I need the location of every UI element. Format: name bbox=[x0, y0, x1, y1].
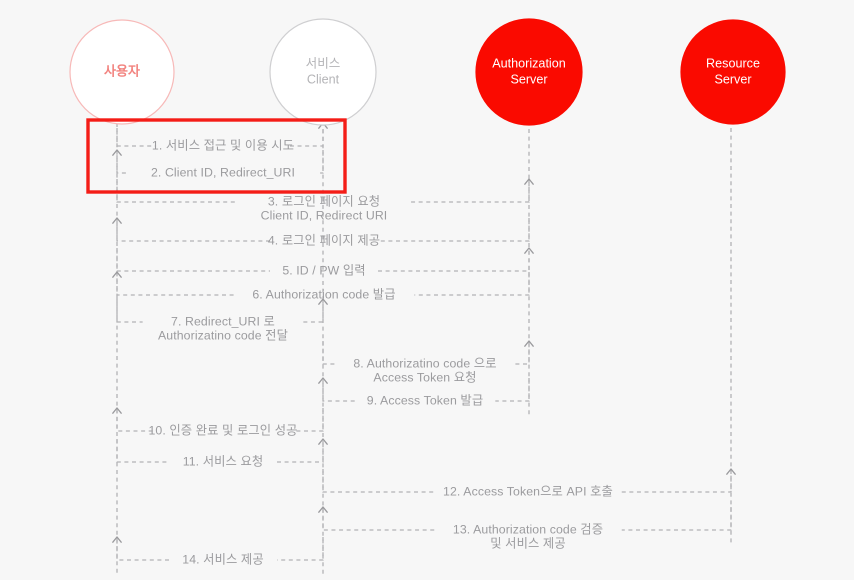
message-text-2-line1: 2. Client ID, Redirect_URI bbox=[151, 165, 295, 179]
message-text-6-line1: 6. Authorization code 발급 bbox=[252, 287, 395, 301]
actor-label-user: 사용자 bbox=[104, 63, 140, 78]
message-label-13: 13. Authorization code 검증및 서비스 제공 bbox=[453, 522, 603, 550]
message-text-13-line2: 및 서비스 제공 bbox=[490, 536, 566, 550]
message-label-12: 12. Access Token으로 API 호출 bbox=[443, 484, 613, 498]
message-label-5: 5. ID / PW 입력 bbox=[282, 263, 365, 277]
actor-label-authorization-server: Authorization bbox=[492, 56, 566, 70]
actor-client[interactable]: 서비스 Client bbox=[269, 18, 377, 126]
actor-resource-server[interactable]: Resource Server bbox=[680, 19, 786, 125]
message-text-13-line1: 13. Authorization code 검증 bbox=[453, 522, 603, 536]
lifelines-layer bbox=[116, 128, 732, 575]
message-label-1: 1. 서비스 접근 및 이용 시도 bbox=[152, 138, 294, 152]
message-text-4-line1: 4. 로그인 페이지 제공 bbox=[268, 233, 380, 247]
highlight-box-steps-1-2 bbox=[86, 118, 347, 194]
diagram-canvas: 사용자 서비스 Client Authorization Server Resource S… bbox=[0, 0, 854, 580]
message-label-11: 11. 서비스 요청 bbox=[183, 454, 264, 468]
message-text-8-line1: 8. Authorizatino code 으로 bbox=[353, 356, 496, 370]
message-text-5-line1: 5. ID / PW 입력 bbox=[282, 263, 365, 277]
message-text-10-line1: 10. 인증 완료 및 로그인 성공 bbox=[148, 423, 297, 437]
message-label-2: 2. Client ID, Redirect_URI bbox=[151, 165, 295, 179]
actor-user[interactable]: 사용자 bbox=[69, 19, 175, 125]
actors-layer: 사용자 서비스 Client Authorization Server Resource S… bbox=[69, 18, 786, 126]
message-text-1-line1: 1. 서비스 접근 및 이용 시도 bbox=[152, 138, 294, 152]
message-label-6: 6. Authorization code 발급 bbox=[252, 287, 395, 301]
message-label-3: 3. 로그인 페이지 요청Client ID, Redirect URI bbox=[261, 194, 388, 222]
highlight-layer bbox=[86, 118, 347, 194]
message-text-3-line1: 3. 로그인 페이지 요청 bbox=[268, 194, 380, 208]
message-label-9: 9. Access Token 발급 bbox=[367, 393, 483, 407]
message-label-4: 4. 로그인 페이지 제공 bbox=[268, 233, 380, 247]
message-text-9-line1: 9. Access Token 발급 bbox=[367, 393, 483, 407]
message-label-10: 10. 인증 완료 및 로그인 성공 bbox=[148, 423, 297, 437]
message-text-8-line2: Access Token 요청 bbox=[373, 370, 476, 384]
actor-label-resource-server: Server bbox=[714, 72, 751, 86]
oauth-sequence-diagram: 사용자 서비스 Client Authorization Server Resource S… bbox=[69, 18, 786, 575]
message-label-7: 7. Redirect_URI 로Authorizatino code 전달 bbox=[158, 314, 288, 342]
message-text-12-line1: 12. Access Token으로 API 호출 bbox=[443, 484, 613, 498]
actor-label-authorization-server: Server bbox=[510, 72, 547, 86]
actor-authorization-server[interactable]: Authorization Server bbox=[475, 18, 583, 126]
message-label-8: 8. Authorizatino code 으로Access Token 요청 bbox=[353, 356, 496, 384]
message-text-7-line1: 7. Redirect_URI 로 bbox=[171, 314, 275, 328]
message-label-14: 14. 서비스 제공 bbox=[182, 552, 264, 566]
message-text-11-line1: 11. 서비스 요청 bbox=[183, 454, 264, 468]
actor-label-client: Client bbox=[307, 72, 340, 86]
message-text-7-line2: Authorizatino code 전달 bbox=[158, 328, 288, 342]
message-text-14-line1: 14. 서비스 제공 bbox=[182, 552, 264, 566]
actor-label-client: 서비스 bbox=[306, 56, 341, 70]
actor-label-resource-server: Resource bbox=[706, 56, 760, 70]
message-text-3-line2: Client ID, Redirect URI bbox=[261, 208, 388, 222]
